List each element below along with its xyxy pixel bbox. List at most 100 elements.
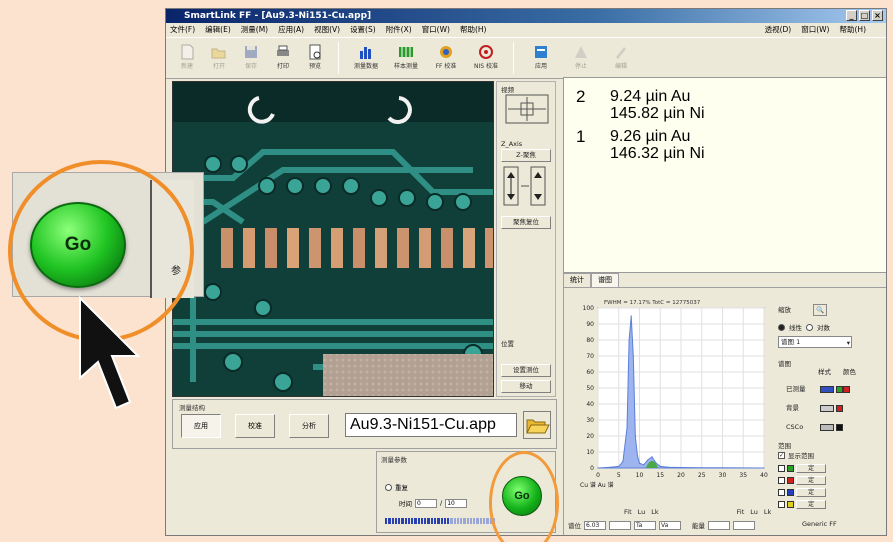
range-checkbox[interactable]: ✓ [778,451,785,459]
toolbar-button[interactable]: 测量数据 [347,40,385,76]
tab-spectrum[interactable]: 谱图 [591,273,619,287]
magnifier-icon[interactable]: 🔍 [813,304,828,316]
repeat-radio[interactable] [385,483,392,491]
close-button[interactable]: × [872,10,883,21]
chevron-down-icon: ▾ [846,339,850,347]
toolbar-button[interactable]: 编辑 [602,40,640,76]
energy-input-2[interactable] [733,520,755,530]
peak-position-input[interactable]: 6.03 [584,520,606,530]
menu-item[interactable]: 测量(M) [241,23,268,36]
time-input[interactable]: 0 [415,498,437,508]
mode-application-button[interactable]: 应用 [181,414,221,438]
menu-item[interactable]: 窗口(W) [422,23,450,36]
spectrum-data-point [597,467,599,469]
range-button-3[interactable]: 定 [796,488,827,497]
range-button-4[interactable]: 定 [796,500,827,509]
target-icon [479,45,493,59]
measured-style-icon[interactable] [820,385,834,393]
x-tick-label: 10 [636,472,644,479]
range-check-row: ✓ 显示范围 [778,450,814,460]
toolbar-button-label: 打印 [276,63,289,70]
toolbar-button[interactable]: 应用 [522,40,560,76]
menu-item[interactable]: 应用(A) [278,23,304,36]
menu-item[interactable]: 文件(F) [170,23,195,36]
x-tick-label: 30 [719,472,727,479]
spectrum-data-point [651,456,653,458]
linear-label: 线性 [789,324,802,332]
set-position-button[interactable]: 设置测位 [501,364,551,377]
range-button-2[interactable]: 定 [796,476,827,485]
spectrum-panel: FWHM = 17.17% TotC = 12775037 0 10 20 30 40 50… [563,287,886,535]
toolbar-button-label: 打开 [212,63,225,70]
toolbar-button[interactable]: 样本测量 [387,40,425,76]
application-file-field[interactable]: Au9.3-Ni151-Cu.app [345,413,517,437]
menu-item[interactable]: 附件(X) [386,23,412,36]
background-color-swatch[interactable] [836,404,844,412]
tab-statistics[interactable]: 统计 [563,273,591,287]
spectrum-data-point [659,465,661,467]
spectrum-data-point [618,465,620,467]
toolbar-button[interactable]: 停止 [562,40,600,76]
energy-input[interactable] [708,520,730,530]
y-tick-label: 20 [586,433,594,440]
fit-column-label: Lu [637,508,646,516]
ta-input[interactable]: Ta [634,520,656,530]
print-icon [277,45,289,56]
toolbar-button[interactable]: 打印 [268,40,298,76]
spectrum-tabs: 统计 谱图 [563,273,619,287]
minimize-button[interactable]: _ [846,10,857,21]
maximize-button[interactable]: □ [859,10,870,21]
toolbar-button[interactable]: 预览 [300,40,330,76]
range-button-1[interactable]: 定 [796,464,827,473]
measured-color-swatch-2[interactable] [843,385,851,393]
mouse-cursor-icon [79,296,141,410]
z-focus-button[interactable]: Z-聚焦 [501,149,551,162]
csco-color-swatch[interactable] [836,423,844,431]
window-controls: _ □ × [846,10,883,21]
menu-item[interactable]: 帮助(H) [460,23,487,36]
menu-item[interactable]: 设置(S) [350,23,376,36]
camera-view[interactable] [172,81,494,397]
toolbar-button[interactable]: FF 校准 [427,40,465,76]
toolbar-button-label: 编辑 [614,63,627,70]
csco-style-icon[interactable] [820,423,834,431]
measured-color-swatch[interactable] [836,385,844,393]
log-radio[interactable] [806,323,813,331]
toolbar-separator [513,42,514,74]
toolbar-button[interactable]: 打开 [204,40,234,76]
fit-column-label: Fit [736,508,745,516]
mode-calibration-button[interactable]: 校准 [235,414,275,438]
menu-item-right[interactable]: 窗口(W) [801,23,829,36]
z-axis-arrows-icon[interactable] [503,166,549,206]
toolbar-button-label: NIS 校准 [474,63,498,70]
time-total-input[interactable]: 10 [445,498,468,508]
y-tick-label: 10 [586,449,594,456]
result-line: 145.82 µin Ni [610,105,705,122]
menu-item[interactable]: 编辑(E) [205,23,231,36]
toolbar-button[interactable]: NIS 校准 [467,40,505,76]
fit-input-empty[interactable] [609,520,631,530]
y-tick-label: 50 [586,385,594,392]
menu-item-right[interactable]: 透视(D) [765,23,792,36]
mode-analysis-button[interactable]: 分析 [289,414,329,438]
va-input[interactable]: Va [659,520,681,530]
linear-radio[interactable] [778,323,785,331]
toolbar-button[interactable]: 保存 [236,40,266,76]
edit-icon [616,47,626,59]
background-style-icon[interactable] [820,404,834,412]
toolbar-button-label: 应用 [534,63,547,70]
save-icon [245,46,257,58]
move-button[interactable]: 移动 [501,380,551,393]
menu-item[interactable]: 视图(V) [314,23,340,36]
series-select[interactable]: 谱图 1 ▾ [778,336,852,348]
toolbar-button[interactable]: 新建 [172,40,202,76]
sample-grid-icon [399,47,413,57]
crosshair-icon[interactable] [505,94,549,124]
bar-chart-icon [360,47,371,59]
position-label: 位置 [501,340,514,348]
focus-reset-button[interactable]: 聚焦复位 [501,216,551,229]
open-folder-icon[interactable] [523,411,551,439]
spectrum-data-point [634,435,636,437]
menu-item-right[interactable]: 帮助(H) [840,23,867,36]
toolbar-button-label: 保存 [244,63,257,70]
